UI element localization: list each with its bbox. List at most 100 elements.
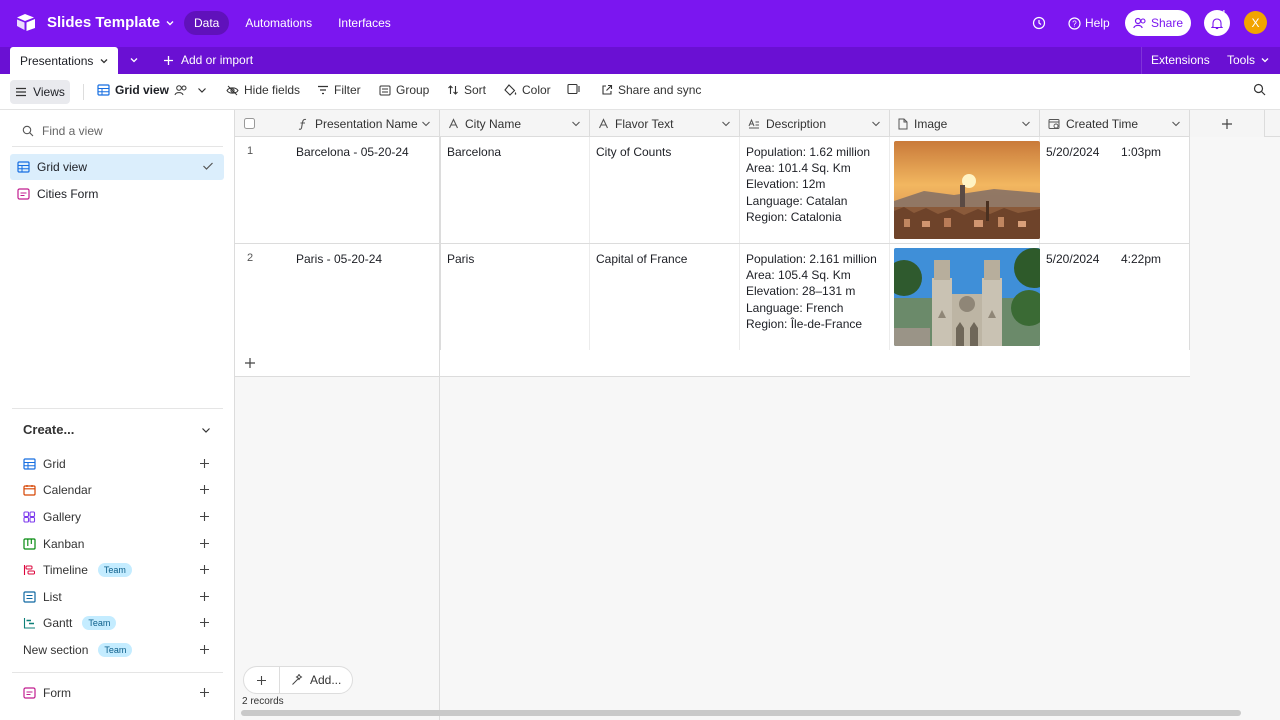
description-line: Area: 101.4 Sq. Km [746,161,851,176]
text-field-icon [599,118,608,129]
nav-data[interactable]: Data [184,11,230,35]
column-label: Flavor Text [615,116,674,131]
column-header-description[interactable]: Description [740,110,890,137]
create-new-section[interactable]: New section Team [23,640,218,660]
hide-fields-button[interactable]: Hide fields [226,83,300,97]
table-row[interactable]: 1 Barcelona - 05-20-24 Barcelona City of… [235,137,1190,244]
chevron-down-icon [166,20,174,25]
avatar[interactable]: X [1244,11,1267,34]
column-header-image[interactable]: Image [890,110,1040,137]
text-field-icon [449,118,458,129]
cell-city-name[interactable]: Barcelona [440,137,590,243]
cell-image[interactable] [890,137,1040,243]
bell-icon [1211,17,1223,29]
share-and-sync-button[interactable]: Share and sync [601,83,701,97]
notifications-button[interactable] [1204,10,1230,36]
plus-icon [1222,118,1232,129]
search-icon[interactable] [1253,83,1266,96]
column-label: Created Time [1066,116,1139,131]
cell-created-time[interactable]: 5/20/2024 4:22pm [1040,244,1190,350]
cell-description[interactable]: Population: 2.161 million Area: 105.4 Sq… [740,244,890,350]
views-toggle-button[interactable]: Views [10,80,70,104]
tables-dropdown-icon[interactable] [128,54,140,66]
column-header-flavor-text[interactable]: Flavor Text [590,110,740,137]
add-or-import-button[interactable]: Add or import [163,53,253,67]
create-list[interactable]: List [23,587,218,607]
cell-flavor-text[interactable]: Capital of France [590,244,740,350]
sidebar-item-grid-view[interactable]: Grid view [10,154,224,180]
airtable-logo-icon[interactable] [16,13,36,31]
group-icon [379,85,391,95]
kanban-icon [23,538,36,550]
create-gantt[interactable]: Gantt Team [23,613,218,633]
create-section-title[interactable]: Create... [23,422,74,437]
formula-icon [298,118,307,130]
column-label: City Name [465,116,522,131]
select-all-checkbox[interactable] [235,110,290,137]
barcelona-thumbnail[interactable] [894,141,1040,239]
plus-icon [200,618,209,627]
grid-view-menu[interactable]: Grid view [97,83,208,97]
create-item-label: Grid [43,457,66,471]
create-form[interactable]: Form [23,683,218,703]
views-sidebar: Find a view Grid view Cities Form Create… [0,110,235,720]
add-with-options-button[interactable]: Add... [280,673,341,687]
cell-description[interactable]: Population: 1.62 million Area: 101.4 Sq.… [740,137,890,243]
eye-slash-icon [226,85,239,95]
create-grid[interactable]: Grid [23,454,218,474]
add-record-row[interactable] [235,350,1190,377]
create-item-label: Kanban [43,537,85,551]
search-icon [22,125,34,137]
cell-flavor-text[interactable]: City of Counts [590,137,740,243]
chevron-down-icon [872,121,880,127]
sort-icon [448,85,458,95]
add-record-button[interactable] [244,667,280,693]
chevron-down-icon [422,121,430,127]
color-button[interactable]: Color [504,83,551,97]
sidebar-item-cities-form[interactable]: Cities Form [10,181,224,207]
share-button[interactable]: Share [1125,10,1191,36]
cell-presentation-name[interactable]: Paris - 05-20-24 [290,244,440,350]
form-icon [17,188,30,200]
group-button[interactable]: Group [379,83,429,97]
created-time: 1:03pm [1121,145,1162,159]
create-gallery[interactable]: Gallery [23,507,218,527]
nav-automations[interactable]: Automations [235,11,322,35]
paris-thumbnail[interactable] [894,248,1040,346]
chevron-down-icon[interactable] [200,425,212,435]
history-icon[interactable] [1032,16,1046,30]
base-name-dropdown[interactable]: Slides Template [47,14,175,31]
extensions-button[interactable]: Extensions [1151,53,1210,67]
find-view-input[interactable]: Find a view [22,124,103,138]
sort-button[interactable]: Sort [447,83,486,97]
timeline-icon [23,565,35,575]
top-bar: Slides Template Data Automations Interfa… [0,0,1280,47]
cell-city-name[interactable]: Paris [440,244,590,350]
plus-icon [257,675,266,685]
add-field-button[interactable] [1190,110,1265,137]
create-item-label: New section [23,643,89,657]
nav-interfaces[interactable]: Interfaces [328,11,401,35]
row-height-icon[interactable] [567,83,580,95]
column-label: Description [766,116,827,131]
cell-image[interactable] [890,244,1040,350]
column-header-created-time[interactable]: Created Time [1040,110,1190,137]
tools-button[interactable]: Tools [1227,53,1270,67]
create-timeline[interactable]: Timeline Team [23,560,218,580]
create-kanban[interactable]: Kanban [23,534,218,554]
help-button[interactable]: ? Help [1068,16,1110,30]
column-header-city-name[interactable]: City Name [440,110,590,137]
table-row[interactable]: 2 Paris - 05-20-24 Paris Capital of Fran… [235,244,1190,351]
horizontal-scrollbar[interactable] [241,710,1241,716]
create-calendar[interactable]: Calendar [23,480,218,500]
cell-created-time[interactable]: 5/20/2024 1:03pm [1040,137,1190,243]
filter-button[interactable]: Filter [317,83,361,97]
column-header-presentation-name[interactable]: Presentation Name [290,110,440,137]
tab-presentations[interactable]: Presentations [10,47,118,74]
chevron-down-icon [198,88,206,93]
cell-presentation-name[interactable]: Barcelona - 05-20-24 [290,137,440,243]
collaborative-icon [174,85,187,96]
help-icon: ? [1068,16,1081,30]
row-number: 1 [247,145,254,157]
notification-count: 4 [1221,9,1226,18]
